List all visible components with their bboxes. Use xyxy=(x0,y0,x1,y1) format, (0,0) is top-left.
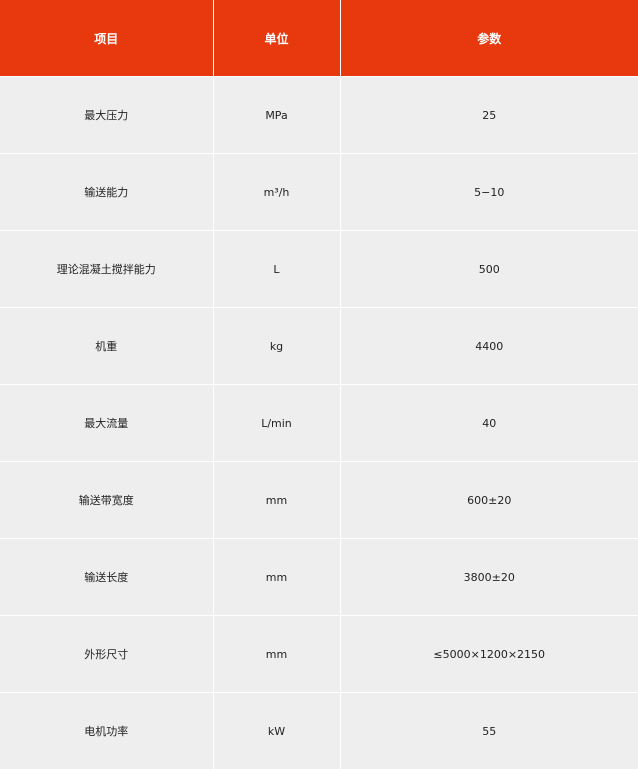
cell-value: 40 xyxy=(340,385,638,462)
header-item: 项目 xyxy=(0,0,213,77)
cell-item: 输送能力 xyxy=(0,154,213,231)
cell-unit: mm xyxy=(213,539,340,616)
cell-item: 外形尺寸 xyxy=(0,616,213,693)
cell-unit: m³/h xyxy=(213,154,340,231)
cell-item: 输送长度 xyxy=(0,539,213,616)
cell-item: 输送带宽度 xyxy=(0,462,213,539)
cell-value: 4400 xyxy=(340,308,638,385)
table-row: 输送长度 mm 3800±20 xyxy=(0,539,638,616)
cell-unit: MPa xyxy=(213,77,340,154)
cell-unit: mm xyxy=(213,616,340,693)
cell-value: 5−10 xyxy=(340,154,638,231)
spec-table: 项目 单位 参数 最大压力 MPa 25 输送能力 m³/h 5−10 理论混凝… xyxy=(0,0,638,769)
cell-value: 500 xyxy=(340,231,638,308)
table-row: 机重 kg 4400 xyxy=(0,308,638,385)
table-row: 电机功率 kW 55 xyxy=(0,693,638,769)
cell-unit: L xyxy=(213,231,340,308)
cell-item: 最大压力 xyxy=(0,77,213,154)
table-row: 外形尺寸 mm ≤5000×1200×2150 xyxy=(0,616,638,693)
table-row: 最大流量 L/min 40 xyxy=(0,385,638,462)
table-row: 输送带宽度 mm 600±20 xyxy=(0,462,638,539)
cell-item: 理论混凝土搅拌能力 xyxy=(0,231,213,308)
table-row: 最大压力 MPa 25 xyxy=(0,77,638,154)
cell-value: 3800±20 xyxy=(340,539,638,616)
cell-value: ≤5000×1200×2150 xyxy=(340,616,638,693)
cell-unit: mm xyxy=(213,462,340,539)
cell-unit: L/min xyxy=(213,385,340,462)
header-value: 参数 xyxy=(340,0,638,77)
table-row: 理论混凝土搅拌能力 L 500 xyxy=(0,231,638,308)
table-row: 输送能力 m³/h 5−10 xyxy=(0,154,638,231)
header-unit: 单位 xyxy=(213,0,340,77)
cell-value: 55 xyxy=(340,693,638,769)
table-header-row: 项目 单位 参数 xyxy=(0,0,638,77)
cell-value: 25 xyxy=(340,77,638,154)
cell-unit: kW xyxy=(213,693,340,769)
cell-item: 电机功率 xyxy=(0,693,213,769)
cell-item: 最大流量 xyxy=(0,385,213,462)
cell-unit: kg xyxy=(213,308,340,385)
cell-item: 机重 xyxy=(0,308,213,385)
cell-value: 600±20 xyxy=(340,462,638,539)
